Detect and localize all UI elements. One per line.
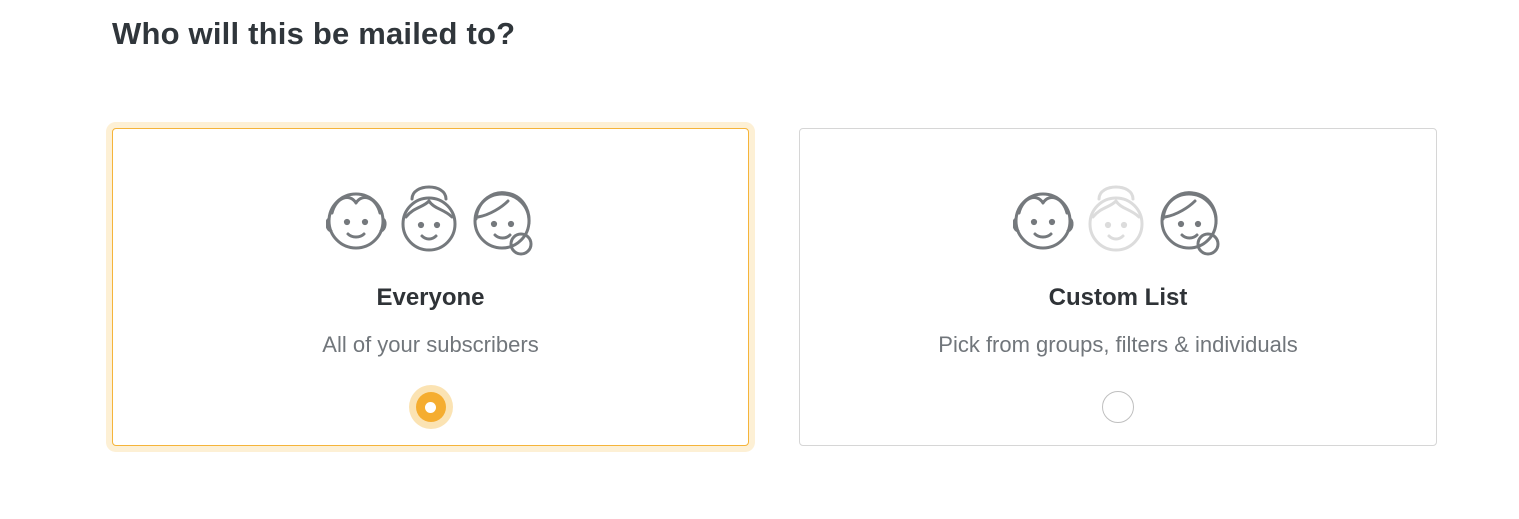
option-card-custom-list[interactable]: Custom List Pick from groups, filters & …	[799, 128, 1437, 446]
girl-bun-face-icon	[401, 185, 456, 252]
radio-dot	[425, 401, 436, 413]
option-title: Everyone	[376, 284, 485, 311]
option-description: Pick from groups, filters & individuals	[938, 332, 1298, 357]
woman-face-icon	[473, 191, 532, 256]
option-description: All of your subscribers	[322, 332, 539, 357]
three-faces-icon	[325, 185, 532, 256]
option-card-everyone[interactable]: Everyone All of your subscribers	[112, 128, 749, 446]
mail-recipients-page: Who will this be mailed to? Everyone All…	[0, 0, 1519, 519]
radio-button-custom-list[interactable]	[1102, 391, 1134, 423]
page-title: Who will this be mailed to?	[112, 16, 516, 51]
three-faces-middle-faded-icon	[1013, 185, 1220, 256]
radio-fill	[415, 392, 446, 422]
option-title: Custom List	[1048, 284, 1188, 311]
girl-bun-face-faded-icon	[1088, 185, 1144, 252]
boy-face-icon	[1013, 192, 1074, 250]
radio-button-everyone[interactable]	[408, 385, 453, 429]
boy-face-icon	[325, 192, 387, 250]
woman-face-icon	[1160, 191, 1220, 256]
